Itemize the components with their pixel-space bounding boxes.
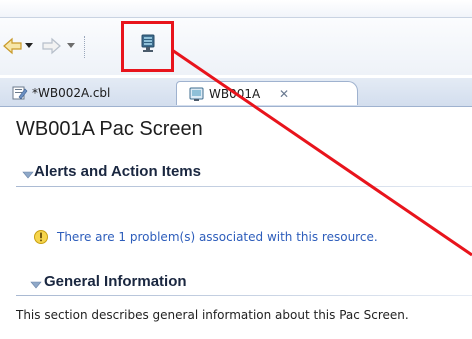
- annotation-pointer-line: [171, 48, 472, 257]
